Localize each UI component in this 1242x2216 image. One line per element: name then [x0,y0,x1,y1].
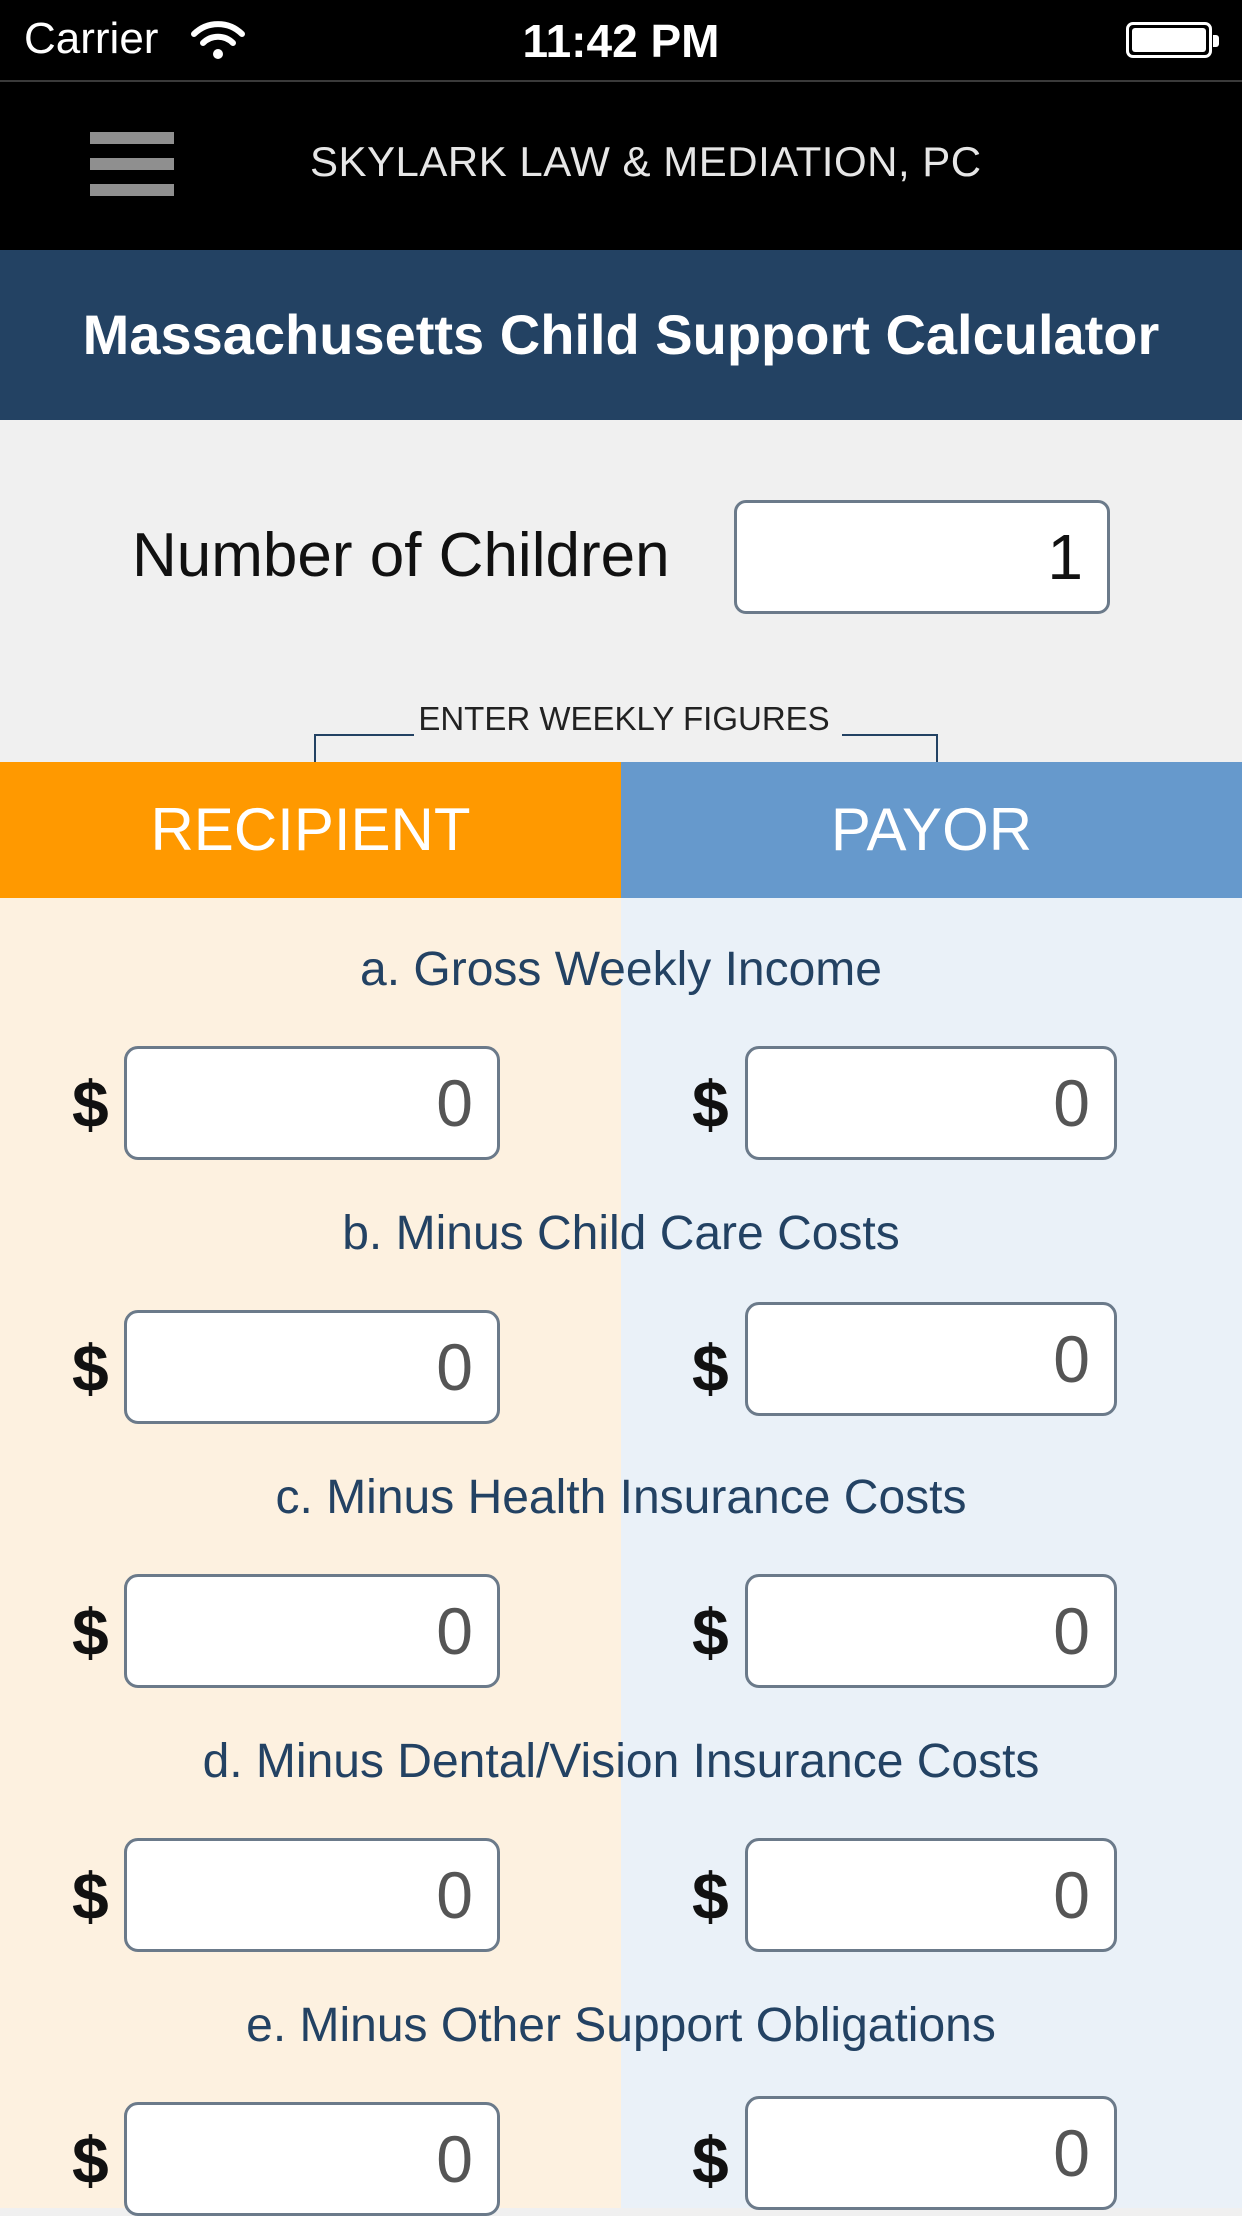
tab-recipient[interactable]: RECIPIENT [0,762,621,898]
dollar-sign: $ [72,1859,109,1933]
payor-other-support-input[interactable]: 0 [745,2096,1117,2210]
status-bar: Carrier 11:42 PM [0,0,1242,82]
recipient-gross-income-input[interactable]: 0 [124,1046,500,1160]
payor-health-insurance-input[interactable]: 0 [745,1574,1117,1688]
field-label-health-insurance: c. Minus Health Insurance Costs [275,1471,967,1524]
dollar-sign: $ [692,1859,729,1933]
weekly-figures-note: ENTER WEEKLY FIGURES [418,700,830,737]
children-label: Number of Children [132,521,670,590]
hamburger-menu-icon[interactable] [90,132,174,196]
status-time: 11:42 PM [522,15,720,67]
recipient-dental-vision-input[interactable]: 0 [124,1838,500,1952]
payor-gross-income-input[interactable]: 0 [745,1046,1117,1160]
children-section: Number of Children 1 ENTER WEEKLY FIGURE… [0,420,1242,762]
dollar-sign: $ [692,1331,729,1405]
title-bar: Massachusetts Child Support Calculator [0,250,1242,420]
field-label-gross-income: a. Gross Weekly Income [360,943,882,996]
dollar-sign: $ [692,1067,729,1141]
tab-payor[interactable]: PAYOR [621,762,1242,898]
dollar-sign: $ [72,1067,109,1141]
top-navbar: SKYLARK LAW & MEDIATION, PC [0,82,1242,250]
field-label-child-care: b. Minus Child Care Costs [342,1207,900,1260]
dollar-sign: $ [72,2123,109,2197]
payor-dental-vision-input[interactable]: 0 [745,1838,1117,1952]
dollar-sign: $ [72,1331,109,1405]
page-title: Massachusetts Child Support Calculator [82,303,1160,366]
recipient-health-insurance-input[interactable]: 0 [124,1574,500,1688]
battery-icon [1126,22,1219,58]
dollar-sign: $ [72,1595,109,1669]
children-count-input[interactable]: 1 [734,500,1110,614]
recipient-child-care-input[interactable]: 0 [124,1310,500,1424]
field-label-other-support: e. Minus Other Support Obligations [246,1999,996,2052]
field-label-dental-vision: d. Minus Dental/Vision Insurance Costs [202,1735,1040,1788]
recipient-other-support-input[interactable]: 0 [124,2102,500,2216]
dollar-sign: $ [692,2123,729,2197]
payor-child-care-input[interactable]: 0 [745,1302,1117,1416]
brand-name: SKYLARK LAW & MEDIATION, PC [310,138,982,185]
dollar-sign: $ [692,1595,729,1669]
